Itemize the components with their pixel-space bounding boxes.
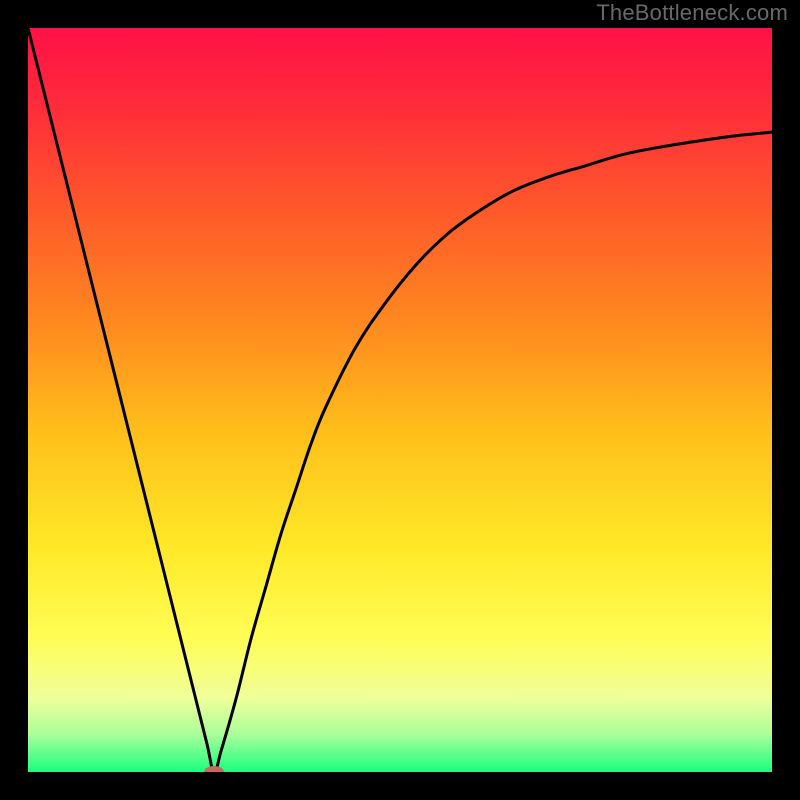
plot-area	[28, 28, 772, 772]
chart-frame: TheBottleneck.com	[0, 0, 800, 800]
chart-svg	[28, 28, 772, 772]
gradient-background	[28, 28, 772, 772]
watermark-text: TheBottleneck.com	[596, 0, 788, 26]
